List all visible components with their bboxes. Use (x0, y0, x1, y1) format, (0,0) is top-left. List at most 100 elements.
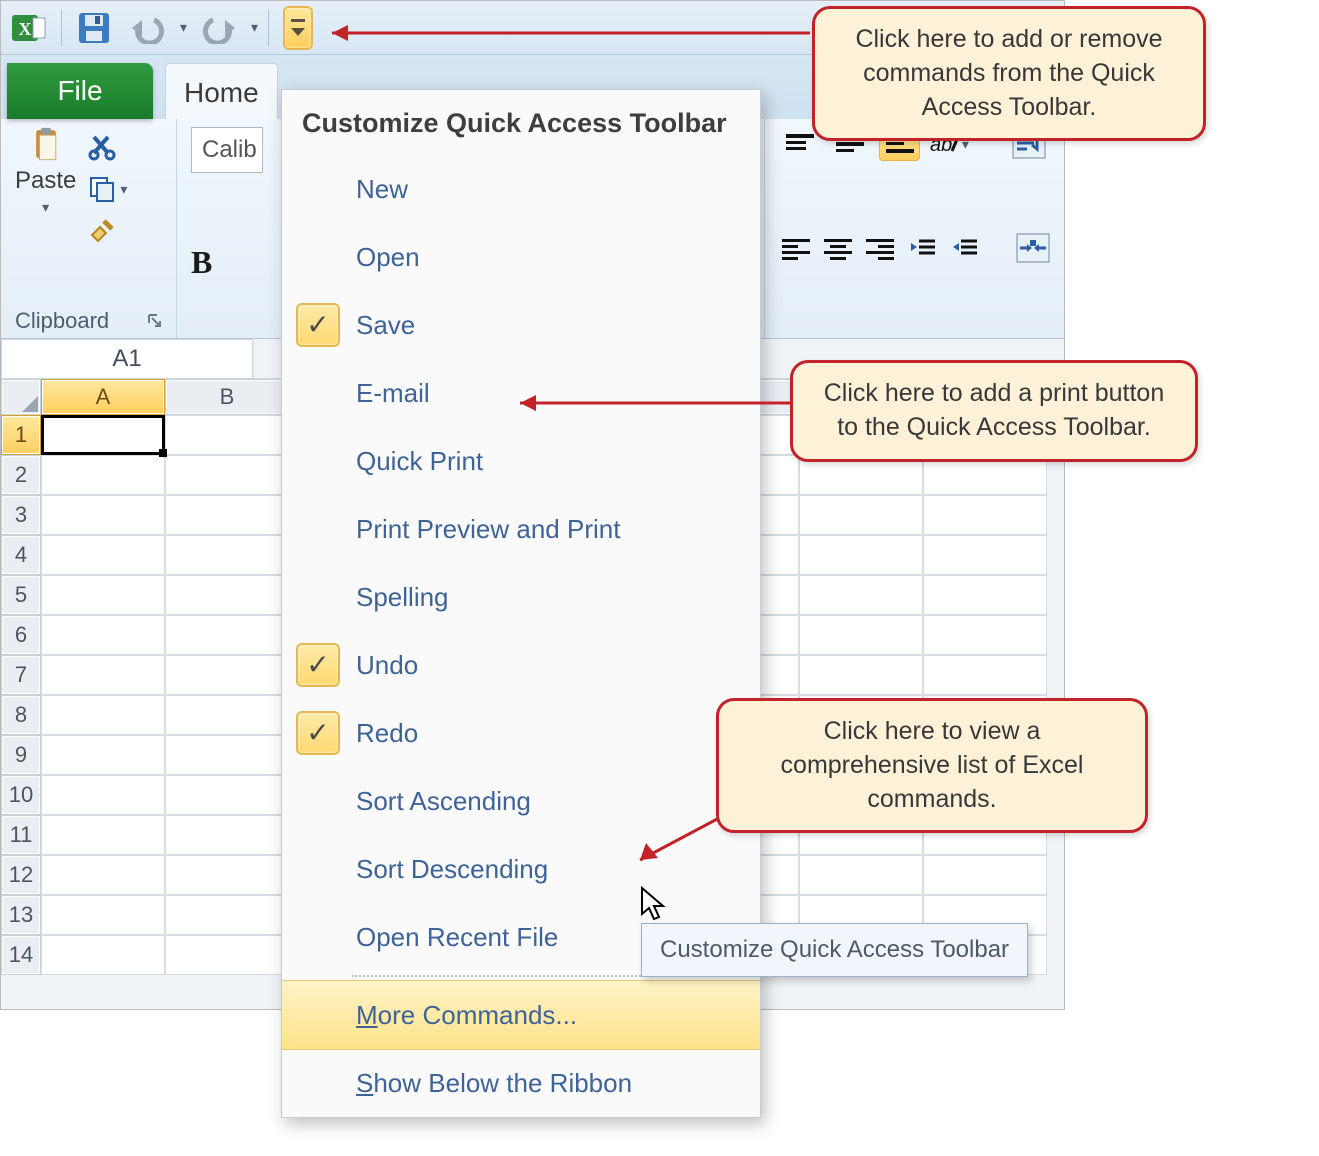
menu-label: Redo (356, 718, 418, 749)
check-slot (296, 915, 340, 959)
select-all-triangle[interactable] (1, 379, 41, 415)
cell[interactable] (165, 655, 289, 695)
align-left-button[interactable] (779, 231, 813, 265)
paste-split-arrow[interactable]: ▾ (42, 199, 49, 216)
row-header[interactable]: 9 (1, 735, 41, 775)
row-header[interactable]: 6 (1, 615, 41, 655)
cell[interactable] (165, 455, 289, 495)
cell[interactable] (41, 735, 165, 775)
cell[interactable] (41, 695, 165, 735)
menu-item-print-preview-and-print[interactable]: Print Preview and Print (282, 495, 760, 563)
cell[interactable] (165, 855, 289, 895)
cell[interactable] (165, 415, 289, 455)
menu-item-undo[interactable]: ✓Undo (282, 631, 760, 699)
redo-button[interactable] (197, 8, 241, 48)
cell[interactable] (923, 655, 1047, 695)
menu-label: E-mail (356, 378, 430, 409)
menu-item-save[interactable]: ✓Save (282, 291, 760, 359)
menu-title: Customize Quick Access Toolbar (282, 90, 760, 155)
check-slot (296, 167, 340, 211)
checkmark-icon: ✓ (296, 711, 340, 755)
cell[interactable] (923, 535, 1047, 575)
align-center-button[interactable] (821, 231, 855, 265)
cell[interactable] (41, 655, 165, 695)
cursor-icon (639, 886, 669, 922)
row-header[interactable]: 5 (1, 575, 41, 615)
cell[interactable] (165, 935, 289, 975)
menu-item-open[interactable]: Open (282, 223, 760, 291)
bold-button[interactable]: B (191, 244, 212, 281)
paste-button[interactable]: Paste ▾ (15, 127, 76, 216)
menu-item-quick-print[interactable]: Quick Print (282, 427, 760, 495)
tab-file[interactable]: File (7, 63, 153, 119)
menu-more-commands[interactable]: More Commands... (282, 980, 760, 1050)
copy-button[interactable]: ▾ (88, 175, 127, 203)
increase-indent-button[interactable] (948, 231, 982, 265)
cell[interactable] (41, 615, 165, 655)
ribbon-group-alignment: ab▾ (764, 119, 1064, 338)
menu-label: Sort Ascending (356, 786, 531, 817)
cell[interactable] (799, 575, 923, 615)
row-header[interactable]: 8 (1, 695, 41, 735)
menu-label: Quick Print (356, 446, 483, 477)
cell[interactable] (165, 535, 289, 575)
format-painter-button[interactable] (88, 217, 127, 245)
cell[interactable] (165, 775, 289, 815)
clipboard-dialog-launcher-icon[interactable] (148, 314, 162, 328)
cell[interactable] (165, 495, 289, 535)
cell[interactable] (923, 575, 1047, 615)
paste-label: Paste (15, 167, 76, 195)
align-right-button[interactable] (863, 231, 897, 265)
cell[interactable] (165, 895, 289, 935)
row-header[interactable]: 2 (1, 455, 41, 495)
customize-qat-button[interactable] (283, 6, 313, 50)
cell[interactable] (41, 495, 165, 535)
menu-item-spelling[interactable]: Spelling (282, 563, 760, 631)
cell[interactable] (41, 415, 165, 455)
row-header[interactable]: 10 (1, 775, 41, 815)
cell[interactable] (799, 655, 923, 695)
decrease-indent-button[interactable] (906, 231, 940, 265)
row-header[interactable]: 11 (1, 815, 41, 855)
cell[interactable] (923, 615, 1047, 655)
row-header[interactable]: 13 (1, 895, 41, 935)
redo-split-arrow[interactable]: ▾ (251, 19, 258, 36)
row-header[interactable]: 7 (1, 655, 41, 695)
row-header[interactable]: 14 (1, 935, 41, 975)
undo-split-arrow[interactable]: ▾ (180, 19, 187, 36)
cell[interactable] (165, 815, 289, 855)
save-button[interactable] (72, 8, 116, 48)
cell[interactable] (41, 935, 165, 975)
cell[interactable] (41, 455, 165, 495)
cell[interactable] (165, 575, 289, 615)
tab-home[interactable]: Home (165, 63, 278, 119)
font-name-box[interactable]: Calib (191, 127, 263, 173)
row-header[interactable]: 1 (1, 415, 41, 455)
undo-button[interactable] (126, 8, 170, 48)
row-header[interactable]: 4 (1, 535, 41, 575)
cell[interactable] (41, 855, 165, 895)
merge-center-button[interactable] (1016, 231, 1050, 265)
cell[interactable] (799, 535, 923, 575)
column-header-b[interactable]: B (165, 379, 289, 415)
menu-item-new[interactable]: New (282, 155, 760, 223)
cell[interactable] (165, 735, 289, 775)
cell[interactable] (41, 775, 165, 815)
cut-button[interactable] (88, 133, 127, 161)
cell[interactable] (41, 895, 165, 935)
row-header[interactable]: 12 (1, 855, 41, 895)
cell[interactable] (41, 535, 165, 575)
cell[interactable] (923, 855, 1047, 895)
menu-label: Spelling (356, 582, 449, 613)
cell[interactable] (41, 815, 165, 855)
row-header[interactable]: 3 (1, 495, 41, 535)
cell[interactable] (799, 495, 923, 535)
name-box[interactable]: A1 (1, 339, 253, 379)
cell[interactable] (41, 575, 165, 615)
cell[interactable] (165, 615, 289, 655)
cell[interactable] (165, 695, 289, 735)
column-header-a[interactable]: A (41, 379, 165, 415)
cell[interactable] (799, 615, 923, 655)
menu-show-below-ribbon[interactable]: Show Below the Ribbon (282, 1049, 760, 1117)
cell[interactable] (923, 495, 1047, 535)
